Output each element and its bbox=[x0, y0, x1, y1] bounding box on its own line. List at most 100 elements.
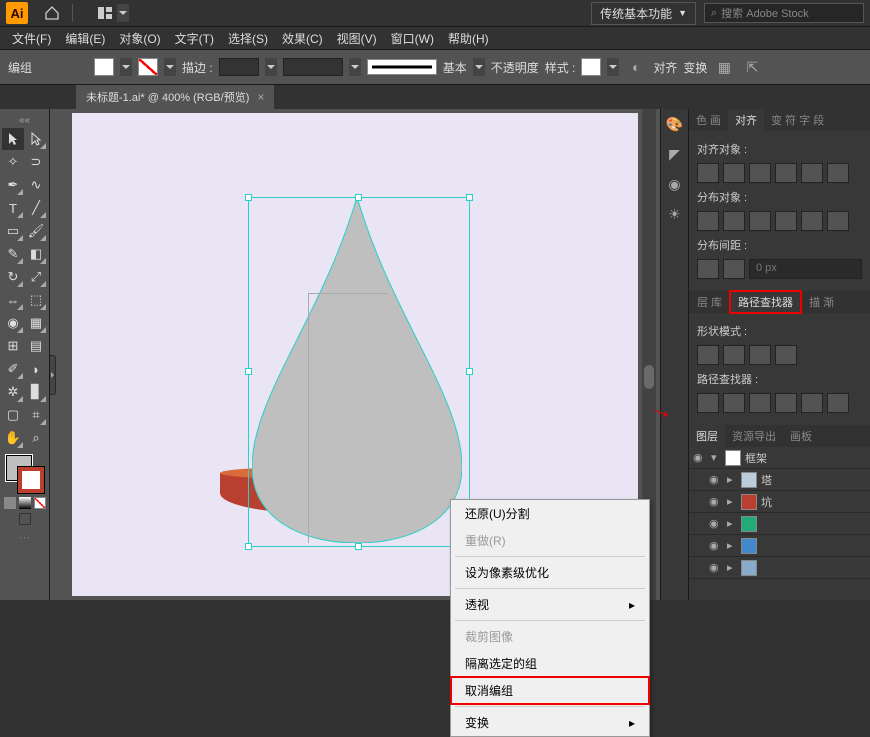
dist-top[interactable] bbox=[697, 211, 719, 231]
slice-tool[interactable]: ⌗ bbox=[25, 404, 47, 426]
menu-help[interactable]: 帮助(H) bbox=[442, 28, 495, 49]
symbol-sprayer-tool[interactable]: ✲ bbox=[2, 381, 24, 403]
cm-perspective[interactable]: 透视▸ bbox=[451, 591, 649, 618]
stroke-weight-input[interactable] bbox=[219, 58, 259, 76]
direct-selection-tool[interactable] bbox=[25, 128, 47, 150]
tab-layers-lib[interactable]: 层 库 bbox=[689, 291, 730, 313]
menu-type[interactable]: 文字(T) bbox=[169, 28, 220, 49]
workspace-switcher[interactable]: 传统基本功能▼ bbox=[591, 2, 696, 25]
recolor-icon[interactable]: ◐ bbox=[625, 56, 647, 78]
arrange-dropdown[interactable] bbox=[117, 4, 129, 22]
paintbrush-tool[interactable]: 🖌 bbox=[25, 220, 47, 242]
tab-layers[interactable]: 图层 bbox=[689, 425, 725, 447]
tab-align[interactable]: 对齐 bbox=[728, 109, 764, 131]
exclude[interactable] bbox=[775, 345, 797, 365]
menu-window[interactable]: 窗口(W) bbox=[385, 28, 440, 49]
dist-right[interactable] bbox=[827, 211, 849, 231]
gradient-mode[interactable] bbox=[19, 497, 31, 509]
outline-pf[interactable] bbox=[801, 393, 823, 413]
mesh-tool[interactable]: ⊞ bbox=[2, 335, 24, 357]
crop-pf[interactable] bbox=[775, 393, 797, 413]
tab-pathfinder[interactable]: 路径查找器 bbox=[730, 291, 801, 313]
graph-tool[interactable]: ▊ bbox=[25, 381, 47, 403]
dist-left[interactable] bbox=[775, 211, 797, 231]
fill-swatch[interactable] bbox=[94, 58, 114, 76]
selection-tool[interactable] bbox=[2, 128, 24, 150]
isolate-icon[interactable]: ▦ bbox=[713, 56, 735, 78]
align-top[interactable] bbox=[775, 163, 797, 183]
merge[interactable] bbox=[749, 393, 771, 413]
layer-item[interactable]: ◉▸ bbox=[689, 513, 870, 535]
menu-effect[interactable]: 效果(C) bbox=[276, 28, 329, 49]
eyedropper-tool[interactable]: ✐ bbox=[2, 358, 24, 380]
cm-isolate[interactable]: 隔离选定的组 bbox=[451, 650, 649, 677]
edit-toolbar[interactable]: ⋯ bbox=[2, 531, 47, 544]
layer-item[interactable]: ◉▸塔 bbox=[689, 469, 870, 491]
align-bottom[interactable] bbox=[827, 163, 849, 183]
layer-item[interactable]: ◉▸坑 bbox=[689, 491, 870, 513]
divide[interactable] bbox=[697, 393, 719, 413]
dist-bottom[interactable] bbox=[749, 211, 771, 231]
gradient-tool[interactable]: ▤ bbox=[25, 335, 47, 357]
align-left[interactable] bbox=[697, 163, 719, 183]
menu-select[interactable]: 选择(S) bbox=[222, 28, 274, 49]
color-guide-icon[interactable]: ◤ bbox=[666, 145, 684, 163]
symbols-panel-icon[interactable]: ☀ bbox=[666, 205, 684, 223]
dist-space-v[interactable] bbox=[697, 259, 719, 279]
style-swatch[interactable] bbox=[581, 58, 601, 76]
edit-icon[interactable]: ⇱ bbox=[741, 56, 763, 78]
transform-link[interactable]: 变换 bbox=[683, 59, 707, 76]
stroke-color[interactable] bbox=[18, 467, 44, 493]
stroke-swatch[interactable] bbox=[138, 58, 158, 76]
layer-item[interactable]: ◉▸ bbox=[689, 557, 870, 579]
dist-space-h[interactable] bbox=[723, 259, 745, 279]
shaper-tool[interactable]: ✎ bbox=[2, 243, 24, 265]
layer-item[interactable]: ◉▸ bbox=[689, 535, 870, 557]
eraser-tool[interactable]: ◧ bbox=[25, 243, 47, 265]
menu-view[interactable]: 视图(V) bbox=[331, 28, 383, 49]
zoom-tool[interactable]: ⌕ bbox=[25, 427, 47, 449]
cm-pixel[interactable]: 设为像素级优化 bbox=[451, 559, 649, 586]
visibility-icon[interactable]: ◉ bbox=[693, 451, 707, 464]
tab-transform[interactable]: 变 符 字 段 bbox=[764, 109, 831, 131]
none-mode[interactable] bbox=[34, 497, 46, 509]
color-mode[interactable] bbox=[4, 497, 16, 509]
expand-dock-handle[interactable] bbox=[50, 355, 56, 395]
opacity-label[interactable]: 不透明度 bbox=[491, 59, 539, 76]
menu-file[interactable]: 文件(F) bbox=[6, 28, 57, 49]
line-tool[interactable]: ╱ bbox=[25, 197, 47, 219]
align-link[interactable]: 对齐 bbox=[653, 59, 677, 76]
minus-front[interactable] bbox=[723, 345, 745, 365]
color-panel-icon[interactable]: 🎨 bbox=[666, 115, 684, 133]
scale-tool[interactable]: ⤢ bbox=[25, 266, 47, 288]
fill-stroke-control[interactable] bbox=[2, 455, 47, 495]
cm-undo[interactable]: 还原(U)分割 bbox=[451, 500, 649, 527]
tab-other[interactable]: 描 渐 bbox=[801, 291, 842, 313]
artboard-tool[interactable]: ▢ bbox=[2, 404, 24, 426]
menu-object[interactable]: 对象(O) bbox=[113, 28, 166, 49]
shape-builder-tool[interactable]: ◉ bbox=[2, 312, 24, 334]
stroke-panel-icon[interactable]: ◉ bbox=[666, 175, 684, 193]
dist-vcenter[interactable] bbox=[723, 211, 745, 231]
brush-preview[interactable] bbox=[367, 59, 437, 75]
minus-back[interactable] bbox=[827, 393, 849, 413]
layer-item[interactable]: ◉▾框架 bbox=[689, 447, 870, 469]
free-transform-tool[interactable]: ⬚ bbox=[25, 289, 47, 311]
width-tool[interactable]: ⇔ bbox=[2, 289, 24, 311]
rotate-tool[interactable]: ↻ bbox=[2, 266, 24, 288]
arrange-docs-icon[interactable] bbox=[93, 3, 117, 23]
close-icon[interactable]: × bbox=[257, 90, 264, 104]
screen-mode[interactable] bbox=[19, 513, 31, 525]
unite[interactable] bbox=[697, 345, 719, 365]
intersect[interactable] bbox=[749, 345, 771, 365]
tab-assets[interactable]: 资源导出 bbox=[725, 425, 783, 447]
cm-ungroup[interactable]: 取消编组 bbox=[451, 677, 649, 704]
search-input[interactable]: ⌕ 搜索 Adobe Stock bbox=[704, 3, 864, 23]
blend-tool[interactable]: ◗ bbox=[25, 358, 47, 380]
trim[interactable] bbox=[723, 393, 745, 413]
perspective-tool[interactable]: ▦ bbox=[25, 312, 47, 334]
magic-wand-tool[interactable]: ✧ bbox=[2, 151, 24, 173]
type-tool[interactable]: T bbox=[2, 197, 24, 219]
curvature-tool[interactable]: ∿ bbox=[25, 174, 47, 196]
pen-tool[interactable]: ✒ bbox=[2, 174, 24, 196]
